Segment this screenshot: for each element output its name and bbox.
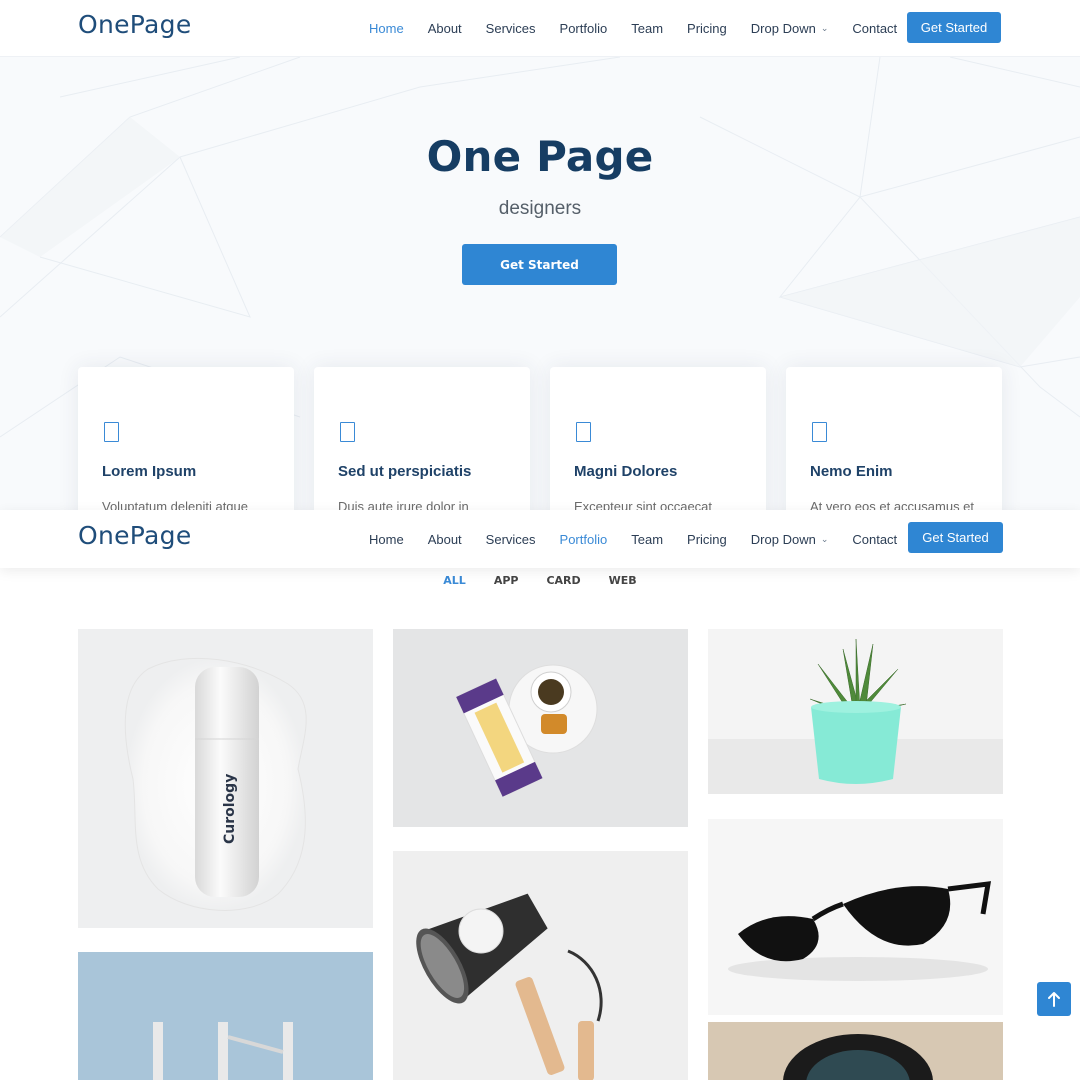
sticky-nav-pricing[interactable]: Pricing [687, 532, 727, 547]
sticky-nav-contact[interactable]: Contact [852, 532, 897, 547]
sticky-header: OnePage Home About Services Portfolio Te… [0, 510, 1080, 568]
arrow-up-icon [1048, 992, 1060, 1007]
sticky-nav-dropdown[interactable]: Drop Down ⌄ [751, 532, 829, 547]
portfolio-filters: ALL APP CARD WEB [0, 574, 1080, 587]
portfolio-item-desk-lamp[interactable] [393, 851, 688, 1080]
filter-web[interactable]: WEB [609, 574, 637, 587]
filter-all[interactable]: ALL [443, 574, 466, 587]
feature-card[interactable]: Magni Dolores Excepteur sint occaecat [550, 367, 766, 527]
portfolio-item-succulent[interactable] [708, 629, 1003, 794]
chevron-down-icon: ⌄ [820, 23, 829, 33]
hero-title: One Page [426, 132, 654, 181]
feature-card[interactable]: Sed ut perspiciatis Duis aute irure dolo… [314, 367, 530, 527]
feature-icon [340, 422, 355, 442]
nav-dropdown-label: Drop Down [750, 21, 816, 36]
feature-title: Lorem Ipsum [102, 463, 197, 480]
portfolio-item-camera-lens[interactable] [708, 1022, 1003, 1080]
chevron-down-icon: ⌄ [820, 533, 829, 544]
plant-image [708, 629, 1003, 794]
feature-title: Magni Dolores [574, 463, 678, 480]
sunglasses-image [708, 819, 1003, 1015]
portfolio-item-curology-bottle[interactable]: Curology [78, 629, 373, 928]
feature-icon [812, 422, 827, 442]
main-nav: Home About Services Portfolio Team Prici… [369, 0, 921, 57]
feature-card[interactable]: Lorem Ipsum Voluptatum deleniti atque [78, 367, 294, 527]
portfolio-item-stool[interactable] [78, 952, 373, 1080]
curology-label: Curology [222, 774, 238, 844]
feature-icon [104, 422, 119, 442]
filter-card[interactable]: CARD [546, 574, 580, 587]
feature-title: Nemo Enim [810, 463, 893, 480]
sticky-nav-home[interactable]: Home [369, 532, 404, 547]
feature-icon [576, 422, 591, 442]
nav-team[interactable]: Team [631, 21, 663, 36]
nav-services[interactable]: Services [486, 21, 536, 36]
sticky-logo[interactable]: OnePage [78, 521, 192, 550]
logo[interactable]: OnePage [78, 10, 192, 39]
stool-image [78, 952, 373, 1080]
bottle-image: Curology [124, 657, 307, 911]
sticky-nav-team[interactable]: Team [631, 532, 663, 547]
nav-contact[interactable]: Contact [852, 21, 897, 36]
sticky-get-started-button[interactable]: Get Started [908, 522, 1003, 553]
portfolio-item-honeycomb-tea[interactable] [393, 629, 688, 827]
nav-dropdown[interactable]: Drop Down ⌄ [751, 21, 829, 36]
sticky-nav: Home About Services Portfolio Team Prici… [369, 510, 921, 568]
nav-home[interactable]: Home [369, 21, 404, 36]
feature-title: Sed ut perspiciatis [338, 463, 472, 480]
back-to-top-button[interactable] [1037, 982, 1071, 1016]
top-header: OnePage Home About Services Portfolio Te… [0, 0, 1080, 57]
feature-card[interactable]: Nemo Enim At vero eos et accusamus et [786, 367, 1002, 527]
get-started-button[interactable]: Get Started [907, 12, 1001, 43]
hero-subtitle: designers [498, 198, 582, 219]
sticky-nav-dropdown-label: Drop Down [750, 531, 816, 547]
filter-app[interactable]: APP [494, 574, 519, 587]
portfolio-item-sunglasses[interactable] [708, 819, 1003, 1015]
hero-get-started-button[interactable]: Get Started [462, 244, 617, 285]
tea-image [393, 629, 688, 827]
nav-pricing[interactable]: Pricing [687, 21, 727, 36]
lamp-image [393, 851, 688, 1080]
sticky-nav-portfolio[interactable]: Portfolio [560, 532, 608, 547]
nav-portfolio[interactable]: Portfolio [560, 21, 608, 36]
lens-image [708, 1022, 1003, 1080]
sticky-nav-services[interactable]: Services [486, 532, 536, 547]
nav-about[interactable]: About [428, 21, 462, 36]
sticky-nav-about[interactable]: About [428, 532, 462, 547]
